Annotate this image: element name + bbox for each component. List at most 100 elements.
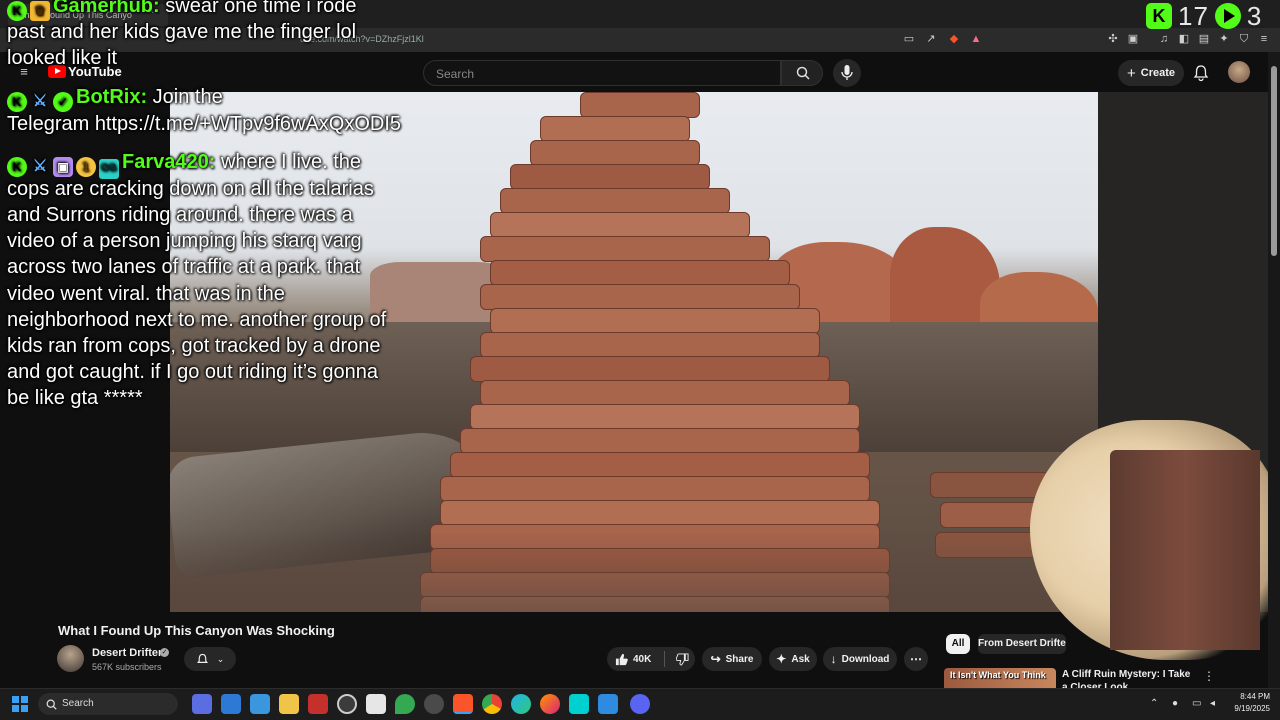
ask-button[interactable]: ✦ Ask	[769, 647, 817, 671]
app-icon[interactable]	[308, 694, 328, 714]
channel-name[interactable]: Desert Drifter	[92, 647, 162, 659]
brave-icon[interactable]	[453, 694, 473, 714]
like-button[interactable]: 40K	[615, 653, 651, 666]
stone	[490, 308, 820, 334]
microphone-tray-icon[interactable]: ●	[1172, 698, 1178, 709]
stone	[440, 500, 880, 526]
obs-icon[interactable]	[424, 694, 444, 714]
kick-badge-icon: K	[7, 92, 27, 112]
share-page-icon[interactable]: ↗	[925, 33, 937, 45]
download-button[interactable]: ↓ Download	[823, 647, 897, 671]
app-icon[interactable]	[250, 694, 270, 714]
chat-line: neighborhood next to me. another group o…	[7, 309, 387, 331]
brave-rewards-icon[interactable]: ▲	[970, 33, 982, 45]
subscriber-count: 567K subscribers	[92, 662, 162, 672]
more-vertical-icon[interactable]: ⋮	[1203, 669, 1215, 683]
chip-all[interactable]: All	[946, 634, 970, 654]
thumbs-up-icon	[615, 653, 628, 665]
taskbar-search-label: Search	[62, 698, 94, 709]
volume-icon[interactable]: ◂	[1210, 698, 1215, 709]
sparkle-icon: ✦	[776, 652, 787, 666]
search-icon	[796, 66, 810, 80]
verified-icon: ✓	[160, 648, 169, 657]
stone	[500, 188, 730, 214]
chevron-up-icon[interactable]: ⌃	[1150, 698, 1158, 709]
search-input[interactable]: Search	[423, 60, 781, 86]
stone	[480, 284, 800, 310]
channel-avatar[interactable]	[57, 645, 84, 672]
like-dislike-group: 40K	[607, 647, 695, 671]
webcam-curtain	[1110, 450, 1260, 650]
cast-icon[interactable]: ▭	[903, 33, 915, 45]
extensions-icon[interactable]: ✣	[1107, 33, 1119, 45]
search-icon	[46, 699, 57, 710]
app-icon[interactable]	[337, 694, 357, 714]
stone	[540, 116, 690, 142]
chat-line: and got caught. if I go out riding it’s …	[7, 361, 379, 383]
thumbnail-caption: It Isn't What You Think	[950, 670, 1046, 680]
subscription-bell-button[interactable]: ⌄	[184, 647, 236, 671]
widgets-icon[interactable]	[192, 694, 212, 714]
voice-search-button[interactable]	[833, 59, 861, 87]
clock-time[interactable]: 8:44 PM	[1234, 692, 1270, 701]
wallet-icon[interactable]: ▤	[1198, 33, 1210, 45]
more-actions-button[interactable]: ⋯	[904, 647, 928, 671]
chrome-icon[interactable]	[482, 694, 502, 714]
network-icon[interactable]: ▭	[1192, 698, 1201, 709]
chat-line: cops are cracking down on all the talari…	[7, 178, 374, 200]
sidebar-toggle-icon[interactable]: ◧	[1178, 33, 1190, 45]
chat-line: and Surrons riding around. there was a	[7, 204, 353, 226]
chat-text: swear one time i rode	[165, 0, 357, 17]
chat-message: K ⚔ ▣ 1 OG Farva420: where I live. the	[7, 149, 361, 179]
chat-line: across two lanes of traffic at a park. t…	[7, 256, 361, 278]
chat-text: Join the	[152, 86, 223, 108]
create-button[interactable]: + Create	[1118, 60, 1184, 86]
microphone-icon	[841, 65, 853, 80]
chip-from-channel[interactable]: From Desert Drifter	[978, 634, 1066, 654]
brave-shield-icon[interactable]: ◆	[948, 33, 960, 45]
scrollbar-thumb[interactable]	[1271, 66, 1277, 256]
file-explorer-icon[interactable]	[279, 694, 299, 714]
ruin-wall	[930, 472, 1050, 498]
music-icon[interactable]: ♫	[1158, 33, 1170, 45]
crown-badge-icon: ♛	[30, 1, 50, 21]
second-viewer-count: 3	[1246, 0, 1263, 31]
sword-badge-icon: ⚔	[32, 158, 48, 175]
stone	[490, 260, 790, 286]
discord-icon[interactable]	[630, 694, 650, 714]
recommendation-title[interactable]: A Cliff Ruin Mystery: I Take a Closer Lo…	[1062, 668, 1192, 688]
recommendation-thumbnail[interactable]: It Isn't What You Think	[944, 668, 1056, 688]
edge-icon[interactable]	[511, 694, 531, 714]
gift-badge-icon: ▣	[53, 157, 73, 177]
download-icon: ↓	[830, 652, 837, 666]
windows-start-icon[interactable]	[12, 696, 28, 712]
search-button[interactable]	[781, 60, 823, 86]
share-button[interactable]: ↪ Share	[702, 647, 762, 671]
app-icon[interactable]	[395, 694, 415, 714]
plus-icon: +	[1126, 64, 1136, 82]
stone	[460, 428, 860, 454]
stone	[510, 164, 710, 190]
clock-date[interactable]: 9/19/2025	[1226, 704, 1270, 713]
play-icon	[1214, 3, 1241, 29]
menu-icon[interactable]: ≡	[1258, 33, 1270, 45]
thumbs-down-icon[interactable]	[676, 652, 689, 666]
account-avatar[interactable]	[1228, 61, 1250, 83]
taskbar-search[interactable]: Search	[38, 693, 178, 715]
screenshot-icon[interactable]: ▣	[1127, 33, 1139, 45]
chat-line: kids ran from cops, got tracked by a dro…	[7, 335, 381, 357]
app-icon[interactable]	[569, 694, 589, 714]
chat-text: where I live. the	[220, 151, 362, 173]
vpn-icon[interactable]: ⛉	[1238, 33, 1250, 45]
firefox-icon[interactable]	[540, 694, 560, 714]
notifications-icon[interactable]	[1192, 64, 1210, 82]
capcut-icon[interactable]	[366, 694, 386, 714]
app-icon[interactable]	[221, 694, 241, 714]
kick-badge-icon: K	[7, 1, 27, 21]
stone	[450, 452, 870, 478]
leo-icon[interactable]: ✦	[1218, 33, 1230, 45]
chevron-down-icon: ⌄	[216, 653, 225, 664]
stone	[490, 212, 750, 238]
stone	[530, 140, 700, 166]
vscode-icon[interactable]	[598, 694, 618, 714]
